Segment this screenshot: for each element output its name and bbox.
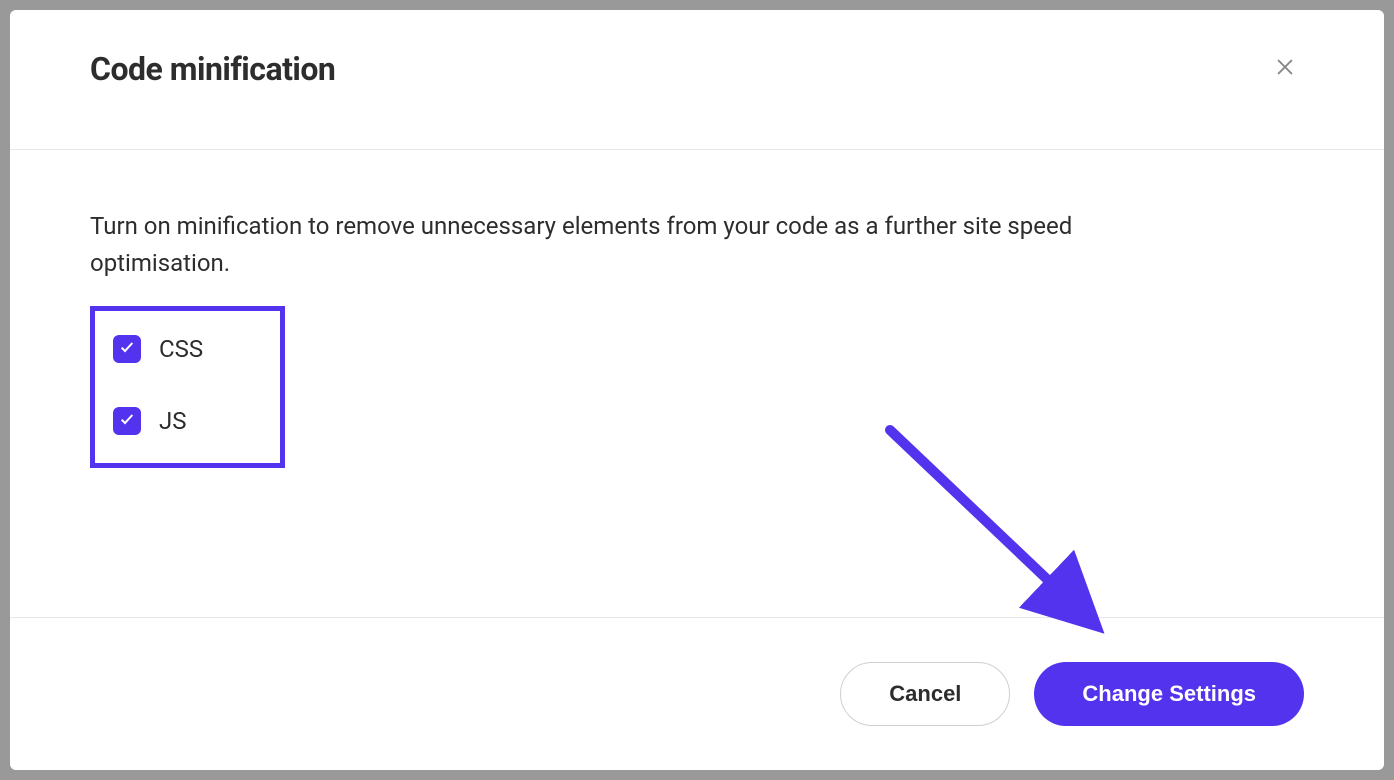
modal-description: Turn on minification to remove unnecessa… — [90, 208, 1190, 282]
checkbox-label-js: JS — [159, 409, 187, 433]
checkbox-row-js[interactable]: JS — [113, 397, 262, 445]
cancel-button[interactable]: Cancel — [840, 662, 1010, 726]
check-icon — [119, 339, 135, 359]
modal-footer: Cancel Change Settings — [10, 617, 1384, 770]
checkbox-css[interactable] — [113, 335, 141, 363]
modal-header: Code minification — [10, 10, 1384, 150]
close-icon — [1274, 56, 1296, 81]
checkbox-highlight-annotation: CSS JS — [90, 306, 285, 468]
checkbox-label-css: CSS — [159, 337, 203, 361]
modal-body: Turn on minification to remove unnecessa… — [10, 150, 1384, 617]
checkbox-js[interactable] — [113, 407, 141, 435]
code-minification-modal: Code minification Turn on minification t… — [10, 10, 1384, 770]
checkbox-row-css[interactable]: CSS — [113, 325, 262, 373]
change-settings-button[interactable]: Change Settings — [1034, 662, 1304, 726]
modal-title: Code minification — [90, 50, 335, 88]
check-icon — [119, 411, 135, 431]
close-button[interactable] — [1266, 48, 1304, 89]
